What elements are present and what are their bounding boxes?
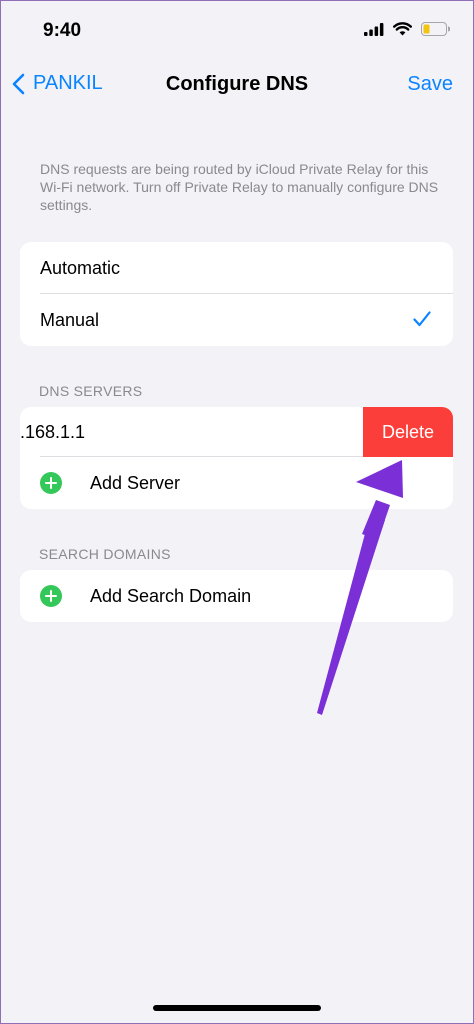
annotation-arrow-icon — [317, 460, 403, 715]
home-indicator[interactable] — [153, 1005, 321, 1011]
